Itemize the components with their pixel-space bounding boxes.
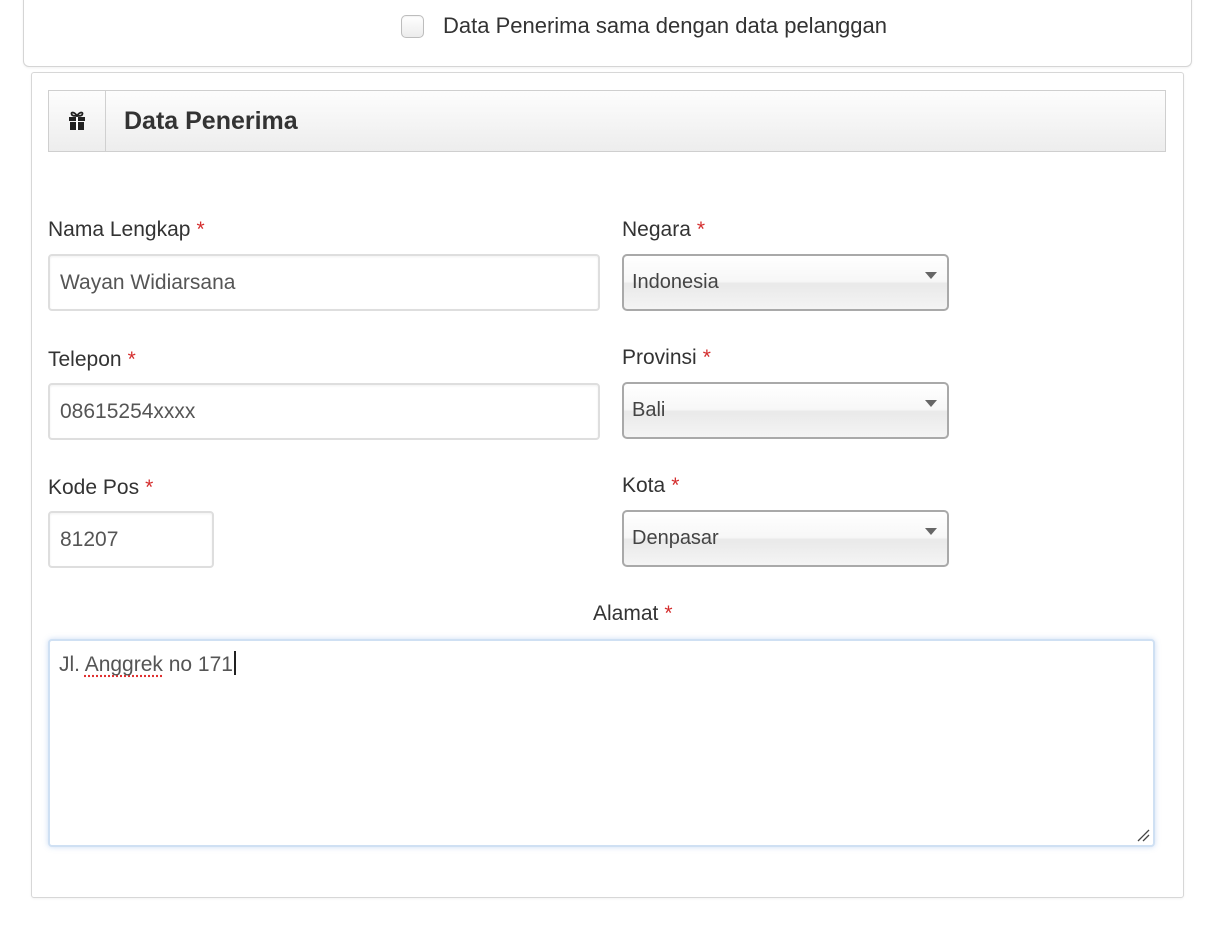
- chevron-down-icon: [925, 400, 937, 407]
- required-marker: *: [145, 476, 154, 499]
- kode-pos-input[interactable]: [48, 511, 214, 568]
- section-header: Data Penerima: [48, 90, 1166, 152]
- nama-lengkap-input[interactable]: [48, 254, 600, 311]
- provinsi-select[interactable]: Bali: [622, 382, 949, 439]
- required-marker: *: [702, 346, 711, 369]
- negara-label: Negara *: [622, 218, 706, 241]
- telepon-input[interactable]: [48, 383, 600, 440]
- same-as-customer-row[interactable]: Data Penerima sama dengan data pelanggan: [401, 12, 887, 40]
- required-marker: *: [664, 602, 673, 625]
- alamat-text: Jl. Anggrek no 171: [59, 653, 233, 676]
- kota-select[interactable]: Denpasar: [622, 510, 949, 567]
- section-title: Data Penerima: [124, 106, 298, 135]
- kota-selected-value: Denpasar: [632, 527, 719, 549]
- provinsi-label: Provinsi *: [622, 346, 711, 369]
- chevron-down-icon: [925, 528, 937, 535]
- resize-handle-icon[interactable]: [1136, 828, 1150, 842]
- required-marker: *: [196, 218, 205, 241]
- same-as-customer-label: Data Penerima sama dengan data pelanggan: [443, 13, 887, 38]
- nama-lengkap-label: Nama Lengkap *: [48, 218, 205, 241]
- required-marker: *: [127, 348, 136, 371]
- kode-pos-label: Kode Pos *: [48, 476, 154, 499]
- text-caret: [233, 651, 236, 675]
- same-as-customer-checkbox[interactable]: [401, 14, 424, 38]
- alamat-label: Alamat *: [593, 602, 673, 625]
- kota-label: Kota *: [622, 474, 680, 497]
- same-as-customer-panel: Data Penerima sama dengan data pelanggan: [23, 0, 1192, 67]
- spellcheck-word: Anggrek: [84, 653, 163, 676]
- required-marker: *: [671, 474, 680, 497]
- negara-selected-value: Indonesia: [632, 271, 719, 293]
- required-marker: *: [696, 218, 706, 241]
- alamat-textarea[interactable]: Jl. Anggrek no 171: [48, 639, 1155, 847]
- negara-select[interactable]: Indonesia: [622, 254, 949, 311]
- telepon-label: Telepon *: [48, 348, 136, 371]
- chevron-down-icon: [925, 272, 937, 279]
- provinsi-selected-value: Bali: [632, 399, 666, 421]
- gift-icon: [49, 91, 106, 151]
